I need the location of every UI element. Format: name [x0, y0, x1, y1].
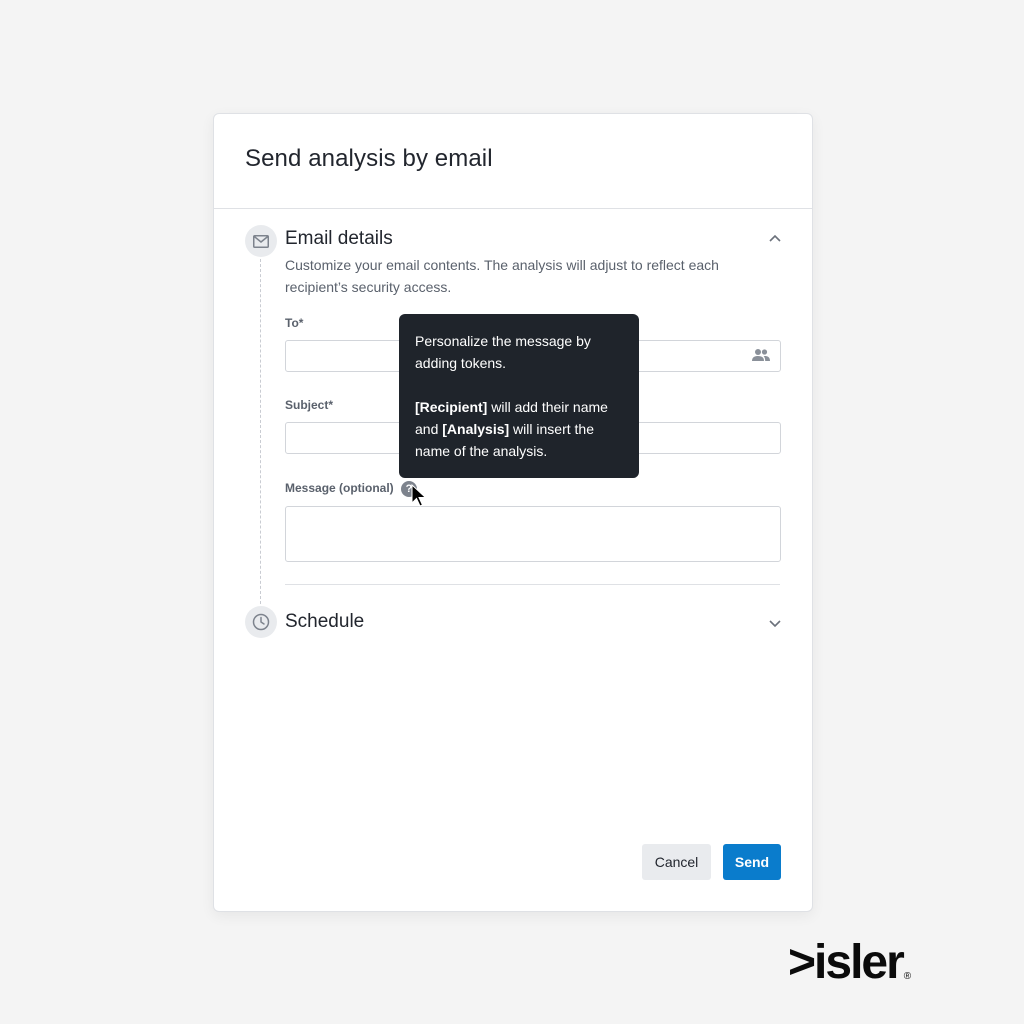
to-label: To*	[285, 316, 304, 330]
message-field[interactable]	[285, 506, 781, 562]
schedule-title[interactable]: Schedule	[285, 611, 364, 633]
clock-icon	[245, 606, 277, 638]
tooltip-body: [Recipient] will add their name and [Ana…	[415, 396, 623, 462]
tooltip-token-recipient: [Recipient]	[415, 399, 488, 415]
message-textarea[interactable]	[286, 507, 780, 561]
message-label: Message (optional)	[285, 481, 394, 495]
header-divider	[214, 208, 812, 209]
step-connector	[260, 259, 261, 604]
email-details-title[interactable]: Email details	[285, 228, 393, 250]
mouse-cursor-icon	[411, 484, 427, 507]
send-button[interactable]: Send	[723, 844, 781, 880]
cancel-button[interactable]: Cancel	[642, 844, 711, 880]
send-email-dialog: Send analysis by email Email details Cus…	[213, 113, 813, 912]
section-divider	[285, 584, 780, 585]
people-icon[interactable]	[752, 348, 770, 364]
token-tooltip: Personalize the message by adding tokens…	[399, 314, 639, 478]
tooltip-token-analysis: [Analysis]	[442, 421, 510, 437]
subject-label: Subject*	[285, 398, 334, 412]
mail-icon	[245, 225, 277, 257]
tooltip-intro: Personalize the message by adding tokens…	[415, 333, 591, 371]
brand-logo-text: >isler	[788, 936, 905, 989]
email-details-description: Customize your email contents. The analy…	[285, 257, 719, 295]
chevron-down-icon[interactable]	[767, 616, 783, 632]
brand-logo: >isler ®	[788, 936, 912, 989]
brand-registered-mark: ®	[903, 971, 912, 982]
chevron-up-icon[interactable]	[767, 230, 783, 246]
dialog-title: Send analysis by email	[245, 145, 493, 172]
